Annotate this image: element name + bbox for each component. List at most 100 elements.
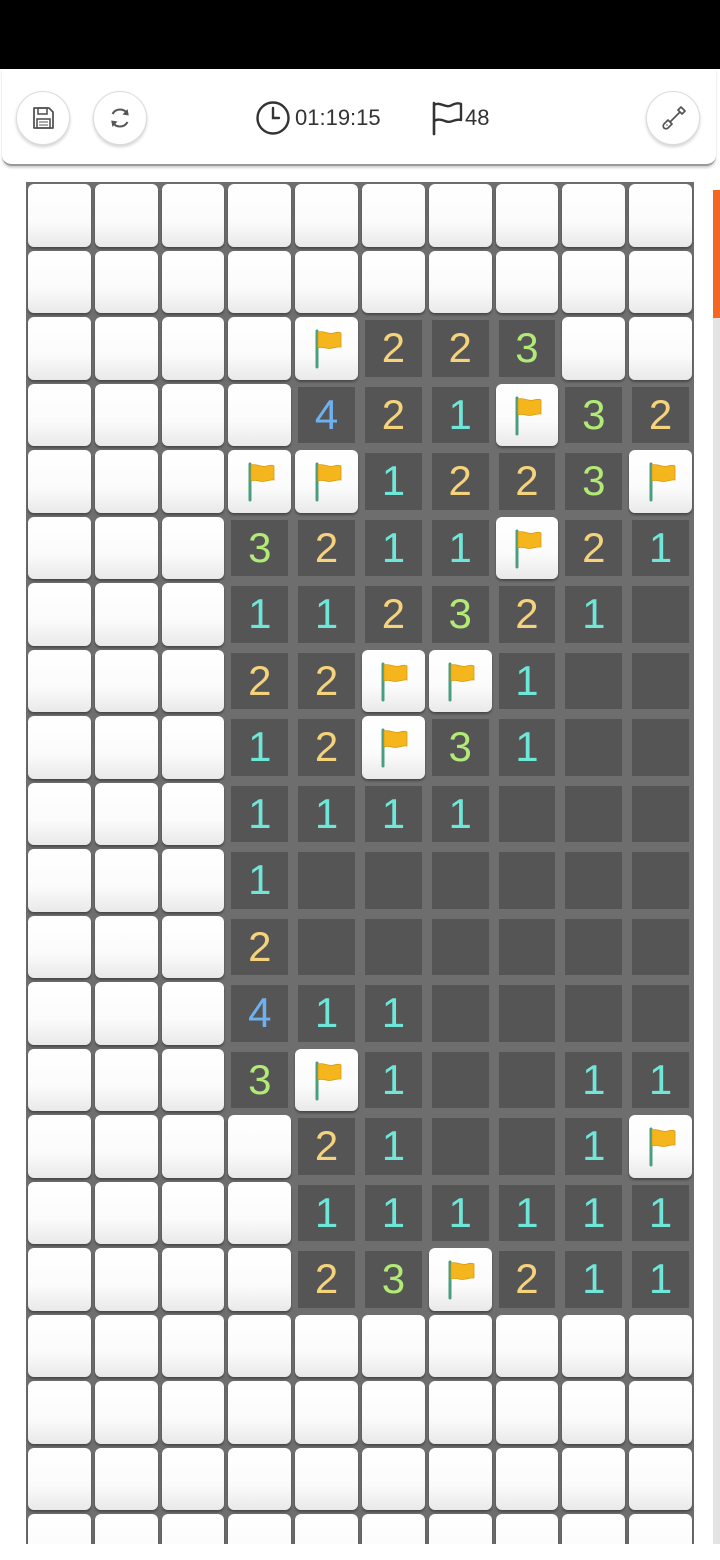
cell-hidden[interactable]: [26, 315, 93, 382]
cell-hidden[interactable]: [560, 1512, 627, 1544]
cell-number[interactable]: 2: [560, 515, 627, 582]
cell-number[interactable]: 1: [627, 1047, 694, 1114]
cell-hidden[interactable]: [494, 182, 561, 249]
cell-empty[interactable]: [560, 847, 627, 914]
cell-hidden[interactable]: [93, 1180, 160, 1247]
cell-hidden[interactable]: [360, 1313, 427, 1380]
cell-number[interactable]: 2: [494, 581, 561, 648]
cell-hidden[interactable]: [93, 847, 160, 914]
cell-hidden[interactable]: [226, 1379, 293, 1446]
cell-number[interactable]: 1: [427, 1180, 494, 1247]
cell-number[interactable]: 1: [226, 581, 293, 648]
cell-hidden[interactable]: [427, 1446, 494, 1513]
cell-hidden[interactable]: [494, 1512, 561, 1544]
cell-hidden[interactable]: [26, 448, 93, 515]
cell-hidden[interactable]: [627, 249, 694, 316]
cell-number[interactable]: 1: [560, 1047, 627, 1114]
cell-hidden[interactable]: [160, 1246, 227, 1313]
cell-hidden[interactable]: [26, 714, 93, 781]
restart-button[interactable]: [93, 91, 147, 145]
cell-number[interactable]: 1: [560, 1180, 627, 1247]
cell-number[interactable]: 1: [494, 648, 561, 715]
cell-hidden[interactable]: [26, 1313, 93, 1380]
cell-number[interactable]: 1: [360, 1047, 427, 1114]
cell-hidden[interactable]: [160, 1047, 227, 1114]
cell-flagged[interactable]: [494, 382, 561, 449]
cell-hidden[interactable]: [160, 515, 227, 582]
cell-hidden[interactable]: [93, 1313, 160, 1380]
cell-hidden[interactable]: [93, 1113, 160, 1180]
cell-hidden[interactable]: [360, 182, 427, 249]
cell-hidden[interactable]: [26, 249, 93, 316]
cell-hidden[interactable]: [26, 1113, 93, 1180]
cell-empty[interactable]: [427, 1113, 494, 1180]
cell-empty[interactable]: [627, 847, 694, 914]
cell-hidden[interactable]: [93, 980, 160, 1047]
cell-hidden[interactable]: [93, 382, 160, 449]
cell-number[interactable]: 3: [360, 1246, 427, 1313]
cell-number[interactable]: 2: [427, 315, 494, 382]
cell-hidden[interactable]: [26, 847, 93, 914]
scrollbar-track[interactable]: [713, 190, 720, 1544]
cell-hidden[interactable]: [226, 1246, 293, 1313]
cell-hidden[interactable]: [93, 1512, 160, 1544]
cell-empty[interactable]: [627, 714, 694, 781]
cell-number[interactable]: 1: [360, 980, 427, 1047]
cell-number[interactable]: 1: [226, 714, 293, 781]
cell-number[interactable]: 1: [494, 714, 561, 781]
cell-number[interactable]: 1: [226, 847, 293, 914]
cell-number[interactable]: 1: [293, 1180, 360, 1247]
cell-number[interactable]: 3: [494, 315, 561, 382]
cell-empty[interactable]: [494, 781, 561, 848]
cell-flagged[interactable]: [427, 1246, 494, 1313]
cell-hidden[interactable]: [226, 182, 293, 249]
cell-empty[interactable]: [494, 847, 561, 914]
cell-hidden[interactable]: [26, 1379, 93, 1446]
cell-hidden[interactable]: [226, 1180, 293, 1247]
cell-empty[interactable]: [627, 781, 694, 848]
cell-number[interactable]: 3: [427, 581, 494, 648]
cell-hidden[interactable]: [560, 315, 627, 382]
cell-number[interactable]: 1: [360, 448, 427, 515]
cell-number[interactable]: 2: [293, 648, 360, 715]
cell-hidden[interactable]: [360, 1379, 427, 1446]
cell-hidden[interactable]: [160, 315, 227, 382]
cell-hidden[interactable]: [93, 249, 160, 316]
cell-hidden[interactable]: [627, 1512, 694, 1544]
cell-flagged[interactable]: [360, 648, 427, 715]
cell-hidden[interactable]: [427, 1379, 494, 1446]
cell-number[interactable]: 3: [427, 714, 494, 781]
cell-hidden[interactable]: [26, 581, 93, 648]
cell-number[interactable]: 2: [293, 515, 360, 582]
cell-hidden[interactable]: [226, 1512, 293, 1544]
cell-number[interactable]: 3: [226, 515, 293, 582]
cell-flagged[interactable]: [293, 1047, 360, 1114]
cell-hidden[interactable]: [26, 1446, 93, 1513]
cell-empty[interactable]: [293, 847, 360, 914]
cell-hidden[interactable]: [93, 714, 160, 781]
cell-number[interactable]: 3: [226, 1047, 293, 1114]
cell-hidden[interactable]: [160, 914, 227, 981]
cell-number[interactable]: 1: [360, 781, 427, 848]
cell-hidden[interactable]: [26, 1180, 93, 1247]
cell-hidden[interactable]: [93, 448, 160, 515]
cell-hidden[interactable]: [560, 1313, 627, 1380]
cell-number[interactable]: 1: [494, 1180, 561, 1247]
cell-number[interactable]: 3: [560, 382, 627, 449]
cell-hidden[interactable]: [293, 1313, 360, 1380]
cell-number[interactable]: 1: [226, 781, 293, 848]
cell-hidden[interactable]: [226, 315, 293, 382]
cell-number[interactable]: 2: [360, 382, 427, 449]
cell-empty[interactable]: [627, 980, 694, 1047]
cell-hidden[interactable]: [26, 1246, 93, 1313]
cell-number[interactable]: 3: [560, 448, 627, 515]
cell-number[interactable]: 1: [627, 1246, 694, 1313]
cell-hidden[interactable]: [226, 382, 293, 449]
cell-hidden[interactable]: [494, 1379, 561, 1446]
cell-empty[interactable]: [560, 980, 627, 1047]
cell-flagged[interactable]: [427, 648, 494, 715]
cell-hidden[interactable]: [93, 1246, 160, 1313]
cell-number[interactable]: 2: [226, 648, 293, 715]
cell-number[interactable]: 1: [560, 1113, 627, 1180]
cell-hidden[interactable]: [160, 648, 227, 715]
